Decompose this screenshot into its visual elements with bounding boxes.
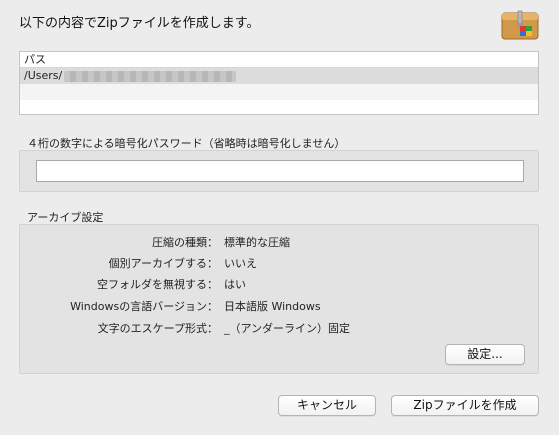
setting-value: 日本語版 Windows	[224, 300, 321, 313]
path-text: /Users/	[24, 69, 63, 82]
setting-value: はい	[224, 278, 246, 291]
password-label: ４桁の数字による暗号化パスワード（省略時は暗号化しません）	[27, 137, 346, 150]
redacted-path	[64, 70, 237, 82]
dialog-heading: 以下の内容でZipファイルを作成します。	[19, 16, 260, 31]
setting-key: 空フォルダを無視する：	[97, 278, 218, 291]
setting-key: 文字のエスケープ形式：	[97, 322, 218, 335]
empty-row	[20, 84, 538, 100]
create-zip-button[interactable]: Zipファイルを作成	[391, 395, 539, 416]
settings-button[interactable]: 設定...	[445, 344, 525, 365]
zip-archive-icon	[500, 7, 540, 41]
path-column-header[interactable]: パス	[20, 52, 538, 68]
archive-settings-panel: 圧縮の種類： 標準的な圧縮 個別アーカイブする： いいえ 空フォルダを無視する：…	[19, 224, 539, 374]
password-input[interactable]	[36, 160, 524, 182]
path-table[interactable]: パス /Users/	[19, 51, 539, 115]
setting-row-compression: 圧縮の種類： 標準的な圧縮	[20, 235, 538, 251]
setting-value: 標準的な圧縮	[224, 236, 290, 249]
setting-key: 圧縮の種類：	[152, 236, 218, 249]
setting-row-individual: 個別アーカイブする： いいえ	[20, 256, 538, 272]
setting-value: いいえ	[224, 257, 257, 270]
setting-row-empty-folders: 空フォルダを無視する： はい	[20, 277, 538, 293]
setting-key: Windowsの言語バージョン：	[70, 300, 218, 313]
archive-settings-label: アーカイブ設定	[27, 211, 104, 224]
password-panel	[19, 150, 539, 192]
setting-key: 個別アーカイブする：	[108, 257, 218, 270]
path-row[interactable]: /Users/	[20, 68, 538, 84]
setting-row-escape: 文字のエスケープ形式： _（アンダーライン）固定	[20, 321, 538, 337]
setting-value: _（アンダーライン）固定	[224, 322, 351, 335]
setting-row-windows-lang: Windowsの言語バージョン： 日本語版 Windows	[20, 299, 538, 315]
cancel-button[interactable]: キャンセル	[278, 395, 376, 416]
